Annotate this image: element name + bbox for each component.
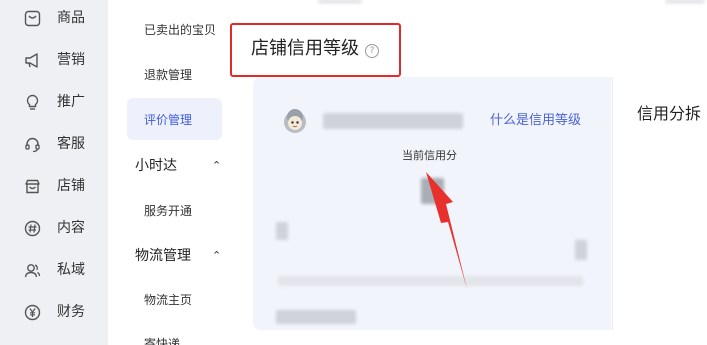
annotation-arrow xyxy=(426,172,467,289)
app-root: 商品 营销 推广 客服 店铺 内容 私域 财务 已卖出的宝贝 退款管理 评价管理… xyxy=(0,0,707,345)
